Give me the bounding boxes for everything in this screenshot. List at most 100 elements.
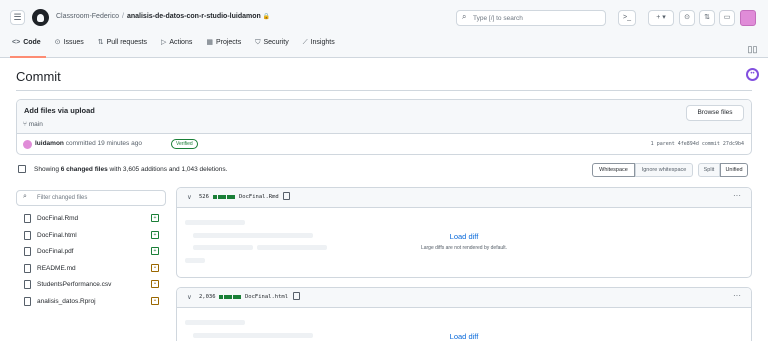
diff-file-name[interactable]: DocFinal.html (245, 294, 288, 300)
divider (16, 90, 752, 91)
tab-actions[interactable]: ▷ Actions (161, 38, 192, 46)
tab-label: Actions (169, 39, 193, 46)
copy-icon[interactable] (283, 192, 290, 200)
ignore-whitespace-button[interactable]: Ignore whitespace (635, 163, 693, 177)
tab-label: Projects (215, 39, 242, 46)
commit-author-line: luidamon committed 19 minutes ago (35, 140, 142, 147)
file-modified-icon: • (151, 263, 159, 272)
book-icon[interactable]: ▯▯ (746, 43, 759, 56)
search-icon: ⌕ (23, 193, 27, 200)
create-new-button[interactable]: + ▾ (648, 10, 674, 26)
placeholder-line (185, 258, 205, 263)
placeholder-line (185, 220, 245, 225)
tab-issues[interactable]: ⊙ Issues (55, 38, 84, 46)
summary-prefix: Showing (34, 166, 59, 173)
copy-icon[interactable] (293, 292, 300, 300)
breadcrumb-org[interactable]: Classroom-Federico (56, 13, 119, 20)
page-title: Commit (16, 69, 61, 84)
filter-placeholder: Filter changed files (37, 195, 88, 201)
file-modified-icon: • (151, 280, 159, 288)
load-diff-label: Load diff (449, 232, 479, 241)
file-icon (24, 214, 31, 223)
whitespace-button[interactable]: Whitespace (592, 163, 635, 177)
issue-icon: ⊙ (684, 14, 690, 21)
github-logo-icon[interactable] (32, 9, 49, 26)
active-tab-indicator (10, 56, 46, 58)
tab-code[interactable]: <> Code (12, 39, 41, 46)
load-diff-link[interactable]: Load diff (177, 332, 751, 341)
tab-projects[interactable]: ▦ Projects (206, 38, 241, 46)
file-icon (24, 296, 31, 306)
chevron-down-icon[interactable]: ∨ (187, 293, 192, 301)
hamburger-menu-icon[interactable]: ☰ (10, 10, 25, 25)
verified-badge[interactable]: Verified (171, 139, 198, 149)
breadcrumb-repo[interactable]: analisis-de-datos-con-r-studio-luidamon (127, 13, 261, 20)
diff-file-header: ∨ 2,036 DocFinal.html ··· (177, 288, 751, 308)
file-added-icon: + (151, 247, 159, 255)
file-tree-item[interactable]: DocFinal.pdf + (16, 244, 166, 261)
diff-line-count: 526 (199, 194, 209, 200)
file-tree-item[interactable]: StudentsPerformance.csv • (16, 277, 166, 294)
issues-button[interactable]: ⊙ (679, 10, 695, 26)
file-tree-toggle-icon[interactable] (18, 165, 26, 173)
user-avatar[interactable] (740, 10, 756, 26)
issue-icon: ⊙ (54, 39, 61, 46)
branch-icon: ⑂ (23, 121, 27, 128)
tab-security[interactable]: ⛉ Security (255, 39, 289, 47)
diff-line-count: 2,036 (199, 294, 216, 300)
search-input[interactable]: ⌕ Type [/] to search (456, 10, 606, 26)
file-tree-item[interactable]: DocFinal.Rmd + (16, 211, 166, 228)
commit-parent-info[interactable]: 1 parent 4fe894d commit 27dc9b4 (651, 141, 744, 147)
file-tree-item[interactable]: README.md • (16, 261, 166, 278)
file-icon (24, 230, 31, 240)
kebab-menu-icon[interactable]: ··· (733, 291, 741, 300)
chevron-down-icon[interactable]: ∨ (187, 193, 192, 201)
file-added-icon: + (151, 214, 159, 222)
plus-icon: + ▾ (656, 14, 666, 21)
file-icon (24, 280, 31, 289)
pull-requests-button[interactable]: ⇅ (699, 10, 715, 26)
play-icon: ▷ (161, 39, 167, 46)
shield-icon: ⛉ (255, 39, 261, 46)
author-name[interactable]: luidamon (35, 140, 64, 147)
diff-summary: Showing 6 changed files with 3,605 addit… (34, 166, 227, 173)
tab-insights[interactable]: ⟋ Insights (303, 39, 335, 47)
tab-label: Issues (63, 39, 84, 46)
summary-with: with (109, 166, 122, 173)
filter-files-input[interactable]: ⌕ Filter changed files (16, 190, 166, 206)
author-avatar[interactable] (23, 140, 32, 149)
table-icon: ▦ (206, 39, 213, 46)
file-tree-item[interactable]: DocFinal.html + (16, 228, 166, 245)
diff-file-name[interactable]: DocFinal.Rmd (239, 194, 279, 200)
summary-deletions: 1,043 deletions. (181, 166, 228, 173)
commit-time: committed 19 minutes ago (65, 140, 142, 147)
branch-name[interactable]: main (29, 121, 43, 128)
command-palette-button[interactable]: >_ (618, 10, 636, 26)
tab-label: Code (23, 39, 41, 46)
unified-view-button[interactable]: Unified (720, 163, 748, 177)
graph-icon: ⟋ (302, 39, 308, 46)
inbox-button[interactable]: ▭ (719, 10, 735, 26)
split-view-button[interactable]: Split (698, 163, 720, 177)
commit-meta: luidamon committed 19 minutes ago Verifi… (17, 134, 751, 154)
tab-pull-requests[interactable]: ⇅ Pull requests (98, 38, 147, 46)
tab-label: Security (263, 39, 289, 46)
commit-message: Add files via upload (24, 106, 95, 115)
search-icon: ⌕ (462, 12, 467, 21)
file-name: StudentsPerformance.csv (37, 281, 112, 288)
file-added-icon: + (151, 230, 159, 239)
tab-label: Pull requests (106, 39, 148, 46)
file-name: README.md (37, 264, 76, 272)
inbox-icon: ▭ (723, 14, 731, 21)
kebab-menu-icon[interactable]: ··· (733, 191, 741, 200)
browse-files-button[interactable]: Browse files (686, 105, 744, 121)
file-tree-item[interactable]: analisis_datos.Rproj • (16, 294, 166, 311)
file-icon (24, 247, 31, 256)
diff-file-header: ∨ 526 DocFinal.Rmd ··· (177, 188, 751, 208)
placeholder-line (185, 320, 245, 325)
pull-request-icon: ⇅ (704, 14, 710, 21)
load-diff-link[interactable]: Load diff (177, 232, 751, 241)
copilot-icon[interactable]: •• (746, 68, 759, 81)
terminal-icon: >_ (623, 14, 631, 21)
breadcrumb: Classroom-Federico / analisis-de-datos-con… (56, 13, 270, 20)
